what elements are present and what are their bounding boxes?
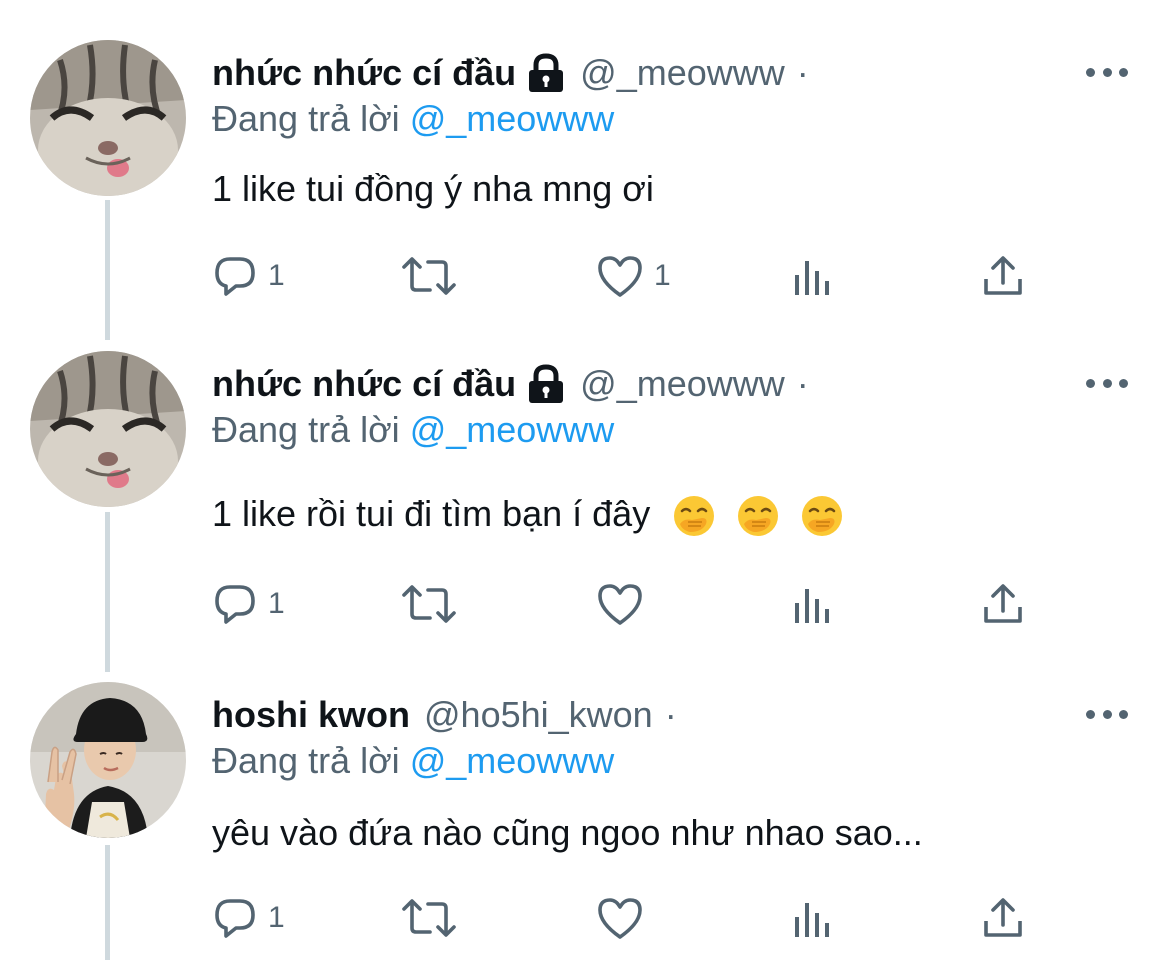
share-icon bbox=[984, 898, 1022, 937]
more-options-icon[interactable] bbox=[1086, 62, 1128, 82]
replying-prefix: Đang trả lời bbox=[212, 740, 400, 781]
tweet[interactable]: hoshi kwon @ho5hi_kwon · Đang trả lời @_… bbox=[0, 682, 1169, 960]
retweet-button[interactable] bbox=[400, 894, 468, 942]
tweet-header: hoshi kwon @ho5hi_kwon · bbox=[212, 690, 677, 740]
reply-button[interactable]: 1 bbox=[212, 580, 285, 628]
reply-count: 1 bbox=[268, 901, 285, 934]
tweet-text: yêu vào đứa nào cũng ngoo như nhao sao..… bbox=[212, 812, 923, 853]
reply-count: 1 bbox=[268, 259, 285, 292]
separator-dot: · bbox=[796, 363, 809, 404]
heart-icon bbox=[598, 584, 642, 625]
handle[interactable]: @ho5hi_kwon bbox=[424, 694, 653, 736]
share-button[interactable] bbox=[980, 894, 1026, 942]
heart-icon bbox=[598, 256, 642, 297]
analytics-icon bbox=[795, 261, 829, 295]
reply-button[interactable]: 1 bbox=[212, 252, 285, 300]
hand-over-mouth-emoji bbox=[738, 496, 779, 537]
cat-avatar[interactable] bbox=[30, 351, 186, 507]
replying-prefix: Đang trả lời bbox=[212, 409, 400, 450]
analytics-icon bbox=[795, 589, 829, 623]
reply-count: 1 bbox=[268, 587, 285, 620]
view-stats-button[interactable] bbox=[792, 252, 832, 300]
handle[interactable]: @_meowww bbox=[580, 363, 785, 405]
share-button[interactable] bbox=[980, 252, 1026, 300]
separator-dot: · bbox=[796, 52, 809, 93]
mention-link[interactable]: @_meowww bbox=[410, 409, 615, 450]
display-name[interactable]: nhức nhức cí đầu bbox=[212, 52, 516, 94]
display-name[interactable]: hoshi kwon bbox=[212, 694, 410, 736]
replying-to: Đang trả lời @_meowww bbox=[212, 98, 614, 140]
share-icon bbox=[984, 256, 1022, 295]
share-icon bbox=[984, 584, 1022, 623]
tweet-header: nhức nhức cí đầu @_meowww · bbox=[212, 359, 809, 409]
hand-over-mouth-emoji bbox=[802, 496, 843, 537]
replying-to: Đang trả lời @_meowww bbox=[212, 740, 614, 782]
like-button[interactable] bbox=[596, 580, 654, 628]
reply-icon bbox=[215, 585, 255, 624]
action-bar: 1 bbox=[212, 580, 1042, 628]
tweet[interactable]: nhức nhức cí đầu @_meowww · Đang trả lời… bbox=[0, 351, 1169, 651]
view-stats-button[interactable] bbox=[792, 894, 832, 942]
more-options-icon[interactable] bbox=[1086, 704, 1128, 724]
retweet-icon bbox=[402, 585, 456, 623]
tweet-text: 1 like rồi tui đi tìm bạn í đây bbox=[212, 493, 651, 534]
tweet[interactable]: nhức nhức cí đầu @_meowww · Đang trả lời… bbox=[0, 40, 1169, 330]
like-count: 1 bbox=[654, 259, 671, 292]
cat-avatar[interactable] bbox=[30, 40, 186, 196]
like-button[interactable]: 1 bbox=[596, 252, 671, 300]
retweet-icon bbox=[402, 899, 456, 937]
reply-icon bbox=[215, 257, 255, 296]
action-bar: 1 bbox=[212, 894, 1042, 942]
lock-icon bbox=[524, 364, 568, 404]
mention-link[interactable]: @_meowww bbox=[410, 98, 615, 139]
tweet-text: 1 like tui đồng ý nha mng ơi bbox=[212, 168, 654, 209]
display-name[interactable]: nhức nhức cí đầu bbox=[212, 363, 516, 405]
action-bar: 1 1 bbox=[212, 252, 1042, 300]
analytics-icon bbox=[795, 903, 829, 937]
mention-link[interactable]: @_meowww bbox=[410, 740, 615, 781]
heart-icon bbox=[598, 898, 642, 939]
view-stats-button[interactable] bbox=[792, 580, 832, 628]
replying-prefix: Đang trả lời bbox=[212, 98, 400, 139]
like-button[interactable] bbox=[596, 894, 654, 942]
more-options-icon[interactable] bbox=[1086, 373, 1128, 393]
separator-dot: · bbox=[664, 694, 677, 735]
retweet-button[interactable] bbox=[400, 580, 468, 628]
person-avatar[interactable] bbox=[30, 682, 186, 838]
replying-to: Đang trả lời @_meowww bbox=[212, 409, 614, 451]
handle[interactable]: @_meowww bbox=[580, 52, 785, 94]
retweet-icon bbox=[402, 257, 456, 295]
tweet-text-row: 1 like rồi tui đi tìm bạn í đây bbox=[212, 493, 844, 538]
reply-button[interactable]: 1 bbox=[212, 894, 285, 942]
retweet-button[interactable] bbox=[400, 252, 468, 300]
share-button[interactable] bbox=[980, 580, 1026, 628]
tweet-header: nhức nhức cí đầu @_meowww · bbox=[212, 48, 809, 98]
hand-over-mouth-emoji bbox=[674, 496, 715, 537]
emoji-row bbox=[664, 493, 844, 537]
lock-icon bbox=[524, 53, 568, 93]
reply-icon bbox=[215, 899, 255, 938]
